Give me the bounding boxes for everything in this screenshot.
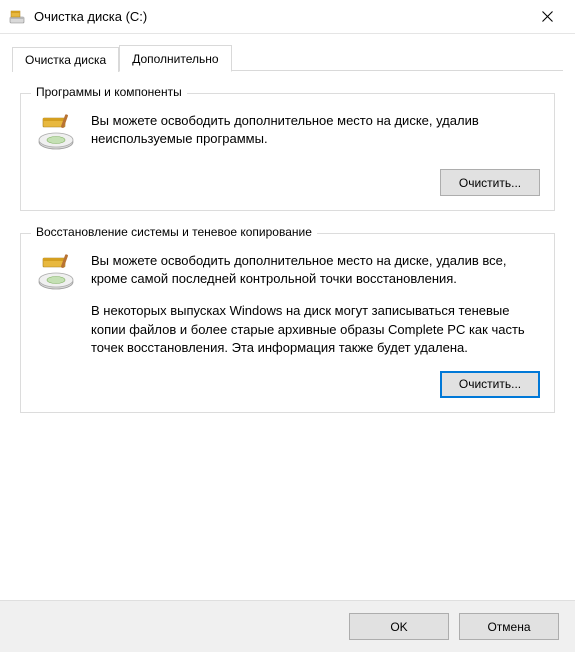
group-programs-desc: Вы можете освободить дополнительное мест… — [91, 112, 540, 148]
titlebar: Очистка диска (C:) — [0, 0, 575, 34]
tab-strip: Очистка диска Дополнительно — [0, 34, 575, 71]
cleanup-restore-button[interactable]: Очистить... — [440, 371, 540, 398]
disk-broom-icon — [35, 252, 77, 295]
window-title: Очистка диска (C:) — [34, 9, 527, 24]
cancel-button[interactable]: Отмена — [459, 613, 559, 640]
group-programs-legend: Программы и компоненты — [31, 85, 187, 99]
group-programs: Программы и компоненты Вы можете освобод… — [20, 93, 555, 211]
ok-button[interactable]: OK — [349, 613, 449, 640]
group-restore-desc1: Вы можете освободить дополнительное мест… — [91, 252, 540, 288]
dialog-footer: OK Отмена — [0, 600, 575, 652]
disk-broom-icon — [35, 112, 77, 155]
group-restore-desc2: В некоторых выпусках Windows на диск мог… — [91, 302, 540, 357]
tab-content-more: Программы и компоненты Вы можете освобод… — [0, 71, 575, 445]
tab-cleanup[interactable]: Очистка диска — [12, 47, 119, 72]
group-restore-legend: Восстановление системы и теневое копиров… — [31, 225, 317, 239]
group-programs-text: Вы можете освободить дополнительное мест… — [91, 112, 540, 148]
disk-cleanup-icon — [8, 8, 26, 26]
group-restore-text: Вы можете освободить дополнительное мест… — [91, 252, 540, 357]
tab-more-options[interactable]: Дополнительно — [119, 45, 231, 72]
close-icon[interactable] — [527, 3, 567, 31]
group-restore: Восстановление системы и теневое копиров… — [20, 233, 555, 413]
cleanup-programs-button[interactable]: Очистить... — [440, 169, 540, 196]
